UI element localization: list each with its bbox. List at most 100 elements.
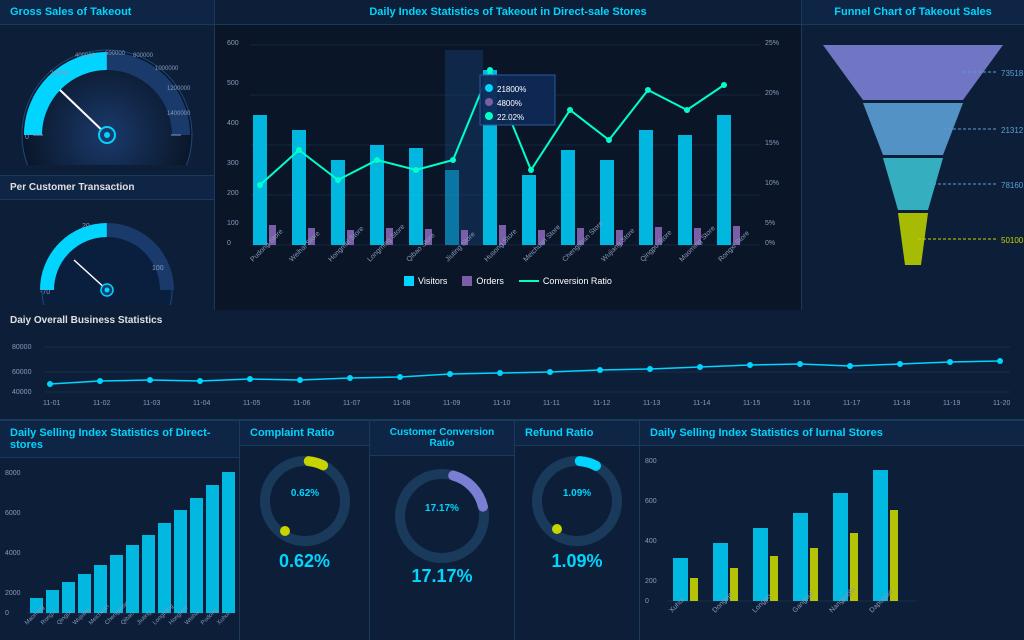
svg-text:500: 500	[227, 80, 239, 87]
refund-ratio: 1.09% 1.09%	[515, 446, 639, 577]
top-row: Gross Sales of Takeout	[0, 0, 1024, 310]
refund-gauge-svg: 1.09%	[527, 451, 627, 551]
direct-stores-title: Daily Selling Index Statistics of Direct…	[0, 421, 239, 458]
svg-text:0: 0	[645, 598, 649, 605]
svg-text:0: 0	[5, 610, 9, 617]
speedometer-svg: 0 200000 400000 600000 800000 1000000 12…	[15, 35, 200, 165]
legend-orders: Orders	[462, 276, 504, 286]
per-customer-title: Per Customer Transaction	[0, 176, 214, 200]
svg-text:80000: 80000	[12, 344, 32, 351]
daily-index-chart: 600 500 400 300 200 100 0 25% 20% 15% 10…	[215, 25, 801, 315]
per-customer-gauge: -70 20 100	[0, 200, 214, 315]
svg-text:10%: 10%	[765, 180, 779, 187]
svg-text:1400000: 1400000	[167, 111, 191, 117]
svg-text:2131200%: 2131200%	[1001, 126, 1023, 135]
svg-text:25%: 25%	[765, 40, 779, 47]
svg-text:600: 600	[227, 40, 239, 47]
direct-stores-svg: 8000 6000 4000 2000 0	[5, 460, 237, 635]
svg-text:100: 100	[227, 220, 239, 227]
svg-text:1000000: 1000000	[155, 66, 179, 72]
svg-text:11-05: 11-05	[243, 400, 260, 407]
visitors-color	[404, 276, 414, 286]
svg-text:11-08: 11-08	[393, 400, 410, 407]
chart-legend: Visitors Orders Conversion Ratio	[225, 273, 791, 289]
middle-row: Daiy Overall Business Statistics 80000 6…	[0, 310, 1024, 420]
svg-text:11-18: 11-18	[893, 400, 910, 407]
conversion-line	[519, 280, 539, 282]
svg-text:400: 400	[645, 538, 657, 545]
svg-text:300: 300	[227, 160, 239, 167]
direct-stores-chart: 8000 6000 4000 2000 0	[0, 458, 239, 640]
svg-text:4800%: 4800%	[497, 99, 522, 108]
right-panel: Funnel Chart of Takeout Sales 7351800%	[802, 0, 1024, 315]
svg-text:20: 20	[82, 223, 90, 230]
svg-text:11-11: 11-11	[543, 400, 560, 407]
svg-text:2000: 2000	[5, 590, 21, 597]
conversion-title: Customer Conversion Ratio	[370, 421, 514, 456]
gross-sales-gauge: 0 200000 400000 600000 800000 1000000 12…	[0, 25, 214, 175]
legend-conversion: Conversion Ratio	[519, 276, 612, 286]
svg-text:20%: 20%	[765, 90, 779, 97]
svg-text:40000: 40000	[12, 389, 32, 396]
gross-sales-title: Gross Sales of Takeout	[0, 0, 214, 25]
bar-line-svg: 600 500 400 300 200 100 0 25% 20% 15% 10…	[225, 30, 785, 270]
svg-text:60000: 60000	[12, 369, 32, 376]
business-line-svg: 80000 60000 40000	[10, 329, 1010, 409]
svg-text:800000: 800000	[133, 53, 154, 59]
funnel-title: Funnel Chart of Takeout Sales	[802, 0, 1024, 25]
svg-text:0.62%: 0.62%	[290, 488, 318, 499]
svg-text:0: 0	[227, 240, 231, 247]
refund-title: Refund Ratio	[515, 421, 639, 446]
refund-panel: Refund Ratio 1.09% 1.09%	[515, 421, 640, 640]
conversion-gauge-svg: 17.17%	[387, 461, 497, 566]
svg-text:11-04: 11-04	[193, 400, 210, 407]
svg-text:600: 600	[645, 498, 657, 505]
conversion-ratio: 17.17% 17.17%	[370, 456, 514, 592]
svg-text:11-01: 11-01	[43, 400, 60, 407]
svg-text:17.17%: 17.17%	[425, 503, 459, 514]
complaint-gauge-svg: 0.62%	[255, 451, 355, 551]
svg-text:100: 100	[152, 265, 164, 272]
complaint-ratio: 0.62% 0.62%	[240, 446, 369, 577]
lurnal-chart: 800 600 400 200 0	[640, 446, 1024, 640]
svg-text:200000: 200000	[50, 71, 71, 77]
svg-text:11-06: 11-06	[293, 400, 310, 407]
complaint-panel: Complaint Ratio 0.62% 0.62%	[240, 421, 370, 640]
svg-text:800: 800	[645, 458, 657, 465]
conversion-value: 17.17%	[411, 566, 472, 587]
svg-text:1.09%: 1.09%	[563, 488, 591, 499]
dashboard: Gross Sales of Takeout	[0, 0, 1024, 640]
complaint-title: Complaint Ratio	[240, 421, 369, 446]
orders-label: Orders	[476, 276, 504, 286]
middle-panel: Daily Index Statistics of Takeout in Dir…	[215, 0, 802, 315]
svg-text:11-10: 11-10	[493, 400, 510, 407]
svg-text:11-15: 11-15	[743, 400, 760, 407]
small-speedometer: -70 20 100	[32, 210, 182, 305]
business-stats-title: Daiy Overall Business Statistics	[10, 315, 1014, 329]
svg-text:0: 0	[25, 134, 29, 141]
lurnal-title: Daily Selling Index Statistics of lurnal…	[640, 421, 1024, 446]
svg-text:400000: 400000	[75, 53, 96, 59]
svg-text:11-03: 11-03	[143, 400, 160, 407]
svg-text:Xuhui: Xuhui	[216, 611, 231, 626]
svg-text:400: 400	[227, 120, 239, 127]
legend-visitors: Visitors	[404, 276, 447, 286]
funnel-svg: 7351800% 2131200% 781600% 501000%	[803, 35, 1023, 305]
svg-text:11-02: 11-02	[93, 400, 110, 407]
direct-stores-panel: Daily Selling Index Statistics of Direct…	[0, 421, 240, 640]
svg-text:6000: 6000	[5, 510, 21, 517]
left-panel: Gross Sales of Takeout	[0, 0, 215, 315]
svg-text:11-16: 11-16	[793, 400, 810, 407]
svg-text:1200000: 1200000	[167, 86, 191, 92]
svg-text:8000: 8000	[5, 470, 21, 477]
svg-text:15%: 15%	[765, 140, 779, 147]
svg-text:0%: 0%	[765, 240, 775, 247]
visitors-label: Visitors	[418, 276, 447, 286]
svg-text:21800%: 21800%	[497, 85, 526, 94]
bottom-row: Daily Selling Index Statistics of Direct…	[0, 420, 1024, 640]
svg-text:11-07: 11-07	[343, 400, 360, 407]
daily-index-title: Daily Index Statistics of Takeout in Dir…	[215, 0, 801, 25]
svg-text:200: 200	[645, 578, 657, 585]
svg-text:22.02%: 22.02%	[497, 113, 524, 122]
svg-text:11-20: 11-20	[993, 400, 1010, 407]
